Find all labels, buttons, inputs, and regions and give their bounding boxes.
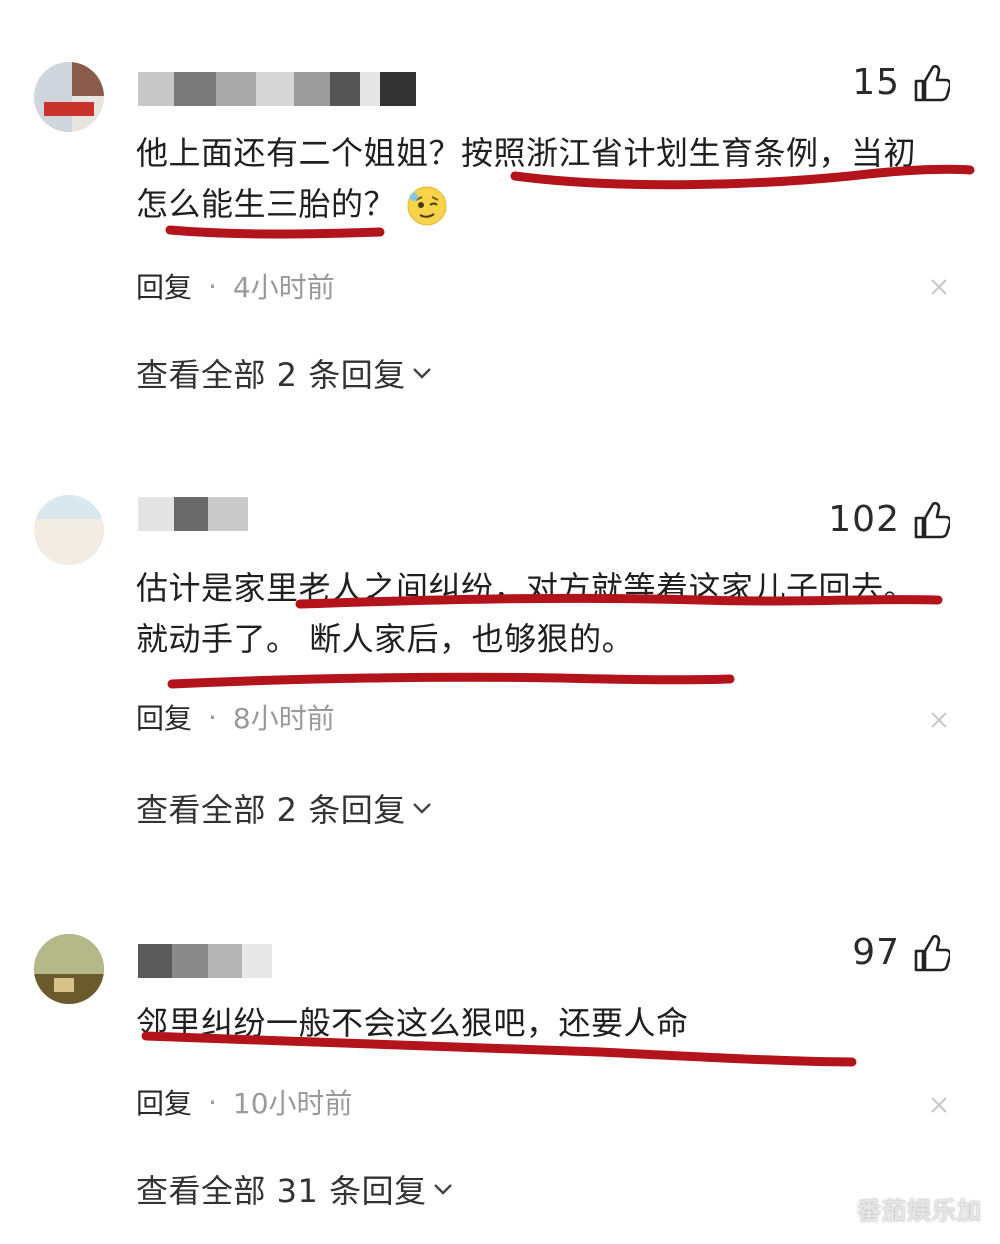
separator-dot: · [208,1085,217,1119]
view-replies-button[interactable]: 查看全部 31 条回复 [136,1166,453,1212]
thumb-up-icon[interactable] [914,501,950,539]
close-icon[interactable] [930,711,948,729]
timestamp: 8小时前 [232,702,335,735]
chevron-down-icon [412,368,431,379]
view-replies-button[interactable]: 查看全部 2 条回复 [136,785,432,831]
like-area[interactable]: 102 [828,499,950,540]
avatar[interactable] [34,62,104,132]
like-count: 102 [828,499,900,540]
comment-text: 估计是家里老人之间纠纷，对方就等着这家儿子回去。就动手了。 断人家后，也够狠的。 [136,569,917,658]
like-count: 97 [852,932,900,973]
view-replies-label: 查看全部 31 条回复 [136,1172,427,1210]
comment-meta: 回复 · 8小时前 [136,697,335,737]
underline-stroke [165,225,385,239]
like-count: 15 [852,62,900,103]
chevron-down-icon [433,1184,452,1195]
chevron-down-icon [412,803,431,814]
reply-button[interactable]: 回复 [136,1082,192,1122]
comment-text: 邻里纠纷一般不会这么狠吧，还要人命 [136,1004,689,1042]
comment-meta: 回复 · 4小时前 [136,266,335,306]
username-blurred[interactable] [138,497,248,531]
thumb-up-icon[interactable] [914,64,950,102]
comment-text: 他上面还有二个姐姐？按照浙江省计划生育条例，当初怎么能生三胎的？ [136,128,936,230]
like-area[interactable]: 97 [852,932,950,973]
view-replies-button[interactable]: 查看全部 2 条回复 [136,350,432,396]
separator-dot: · [208,269,217,303]
close-icon[interactable] [930,278,948,296]
timestamp: 10小时前 [232,1087,353,1120]
separator-dot: · [208,700,217,734]
view-replies-label: 查看全部 2 条回复 [136,356,406,394]
emoji-icon [407,186,447,226]
underline-stroke [167,672,735,689]
watermark: 番茄娱乐加 [857,1197,982,1225]
avatar[interactable] [34,495,104,565]
username-blurred[interactable] [138,944,272,978]
comment-meta: 回复 · 10小时前 [136,1082,353,1122]
username-blurred[interactable] [138,72,416,106]
view-replies-label: 查看全部 2 条回复 [136,791,406,829]
timestamp: 4小时前 [232,271,335,304]
avatar[interactable] [34,934,104,1004]
reply-button[interactable]: 回复 [136,697,192,737]
close-icon[interactable] [930,1096,948,1114]
like-area[interactable]: 15 [852,62,950,103]
thumb-up-icon[interactable] [914,934,950,972]
reply-button[interactable]: 回复 [136,266,192,306]
